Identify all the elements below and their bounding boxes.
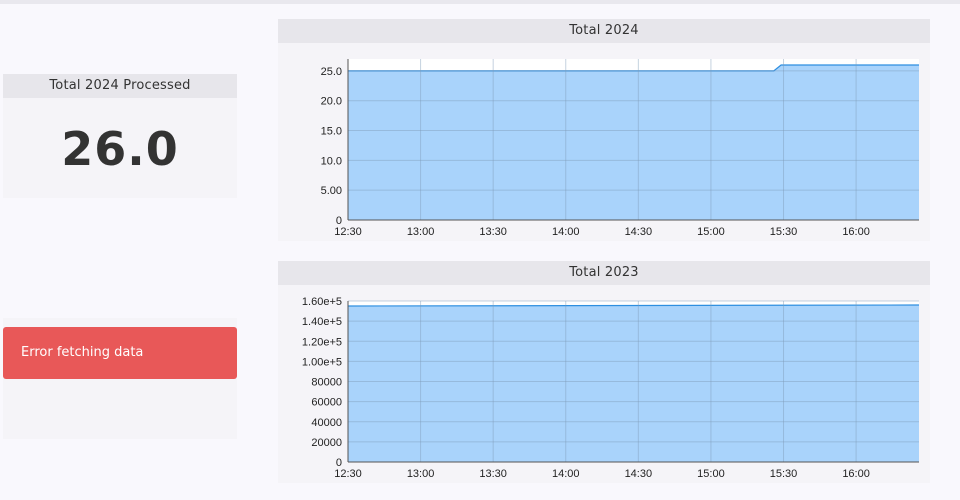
series-area (348, 305, 919, 462)
y-tick-label: 60000 (311, 397, 342, 409)
chart-panel-2024: Total 2024 0 5.00 10.0 15.0 20.0 25.0 12:30 13:… (278, 19, 930, 241)
x-tick-label: 15:00 (697, 226, 725, 238)
x-tick-label: 15:30 (770, 468, 798, 480)
x-tick-label: 14:30 (625, 226, 653, 238)
y-tick-label: 1.00e+5 (302, 356, 342, 368)
x-tick-label: 14:30 (625, 468, 653, 480)
y-tick-label: 40000 (311, 417, 342, 429)
chart-panel-2023: Total 2023 0 20000 40000 60000 80000 1.00e+5 1… (278, 261, 930, 483)
chart-title-2023: Total 2023 (278, 261, 930, 285)
y-tick-label: 1.20e+5 (302, 336, 342, 348)
x-tick-label: 15:00 (697, 468, 725, 480)
x-tick-label: 13:00 (407, 468, 435, 480)
x-tick-label: 13:00 (407, 226, 435, 238)
x-tick-label: 16:00 (842, 468, 870, 480)
x-tick-label: 15:30 (770, 226, 798, 238)
x-tick-label: 16:00 (842, 226, 870, 238)
x-tick-label: 13:30 (479, 226, 507, 238)
stat-card-title: Total 2024 Processed (3, 74, 237, 98)
x-tick-label: 14:00 (552, 468, 580, 480)
chart-2023: 0200004000060000800001.00e+51.20e+51.40e… (302, 296, 919, 480)
y-tick-label: 15.0 (321, 126, 342, 138)
y-tick-label: 20000 (311, 437, 342, 449)
y-tick-label: 10.0 (321, 155, 342, 167)
series-area (348, 65, 919, 220)
y-tick-label: 25.0 (321, 66, 342, 78)
x-tick-label: 12:30 (334, 226, 362, 238)
stat-card: Total 2024 Processed 26.0 (3, 74, 237, 198)
y-tick-label: 1.60e+5 (302, 296, 342, 308)
top-bar (0, 0, 960, 4)
y-tick-label: 20.0 (321, 96, 342, 108)
y-tick-label: 80000 (311, 377, 342, 389)
x-tick-label: 13:30 (479, 468, 507, 480)
chart-title-2024: Total 2024 (278, 19, 930, 43)
error-message: Error fetching data (3, 327, 237, 379)
x-tick-label: 14:00 (552, 226, 580, 238)
y-tick-label: 5.00 (321, 185, 342, 197)
chart-2024: 05.0010.015.020.025.012:30 13:00 13:30 14:0… (321, 59, 919, 238)
x-tick-label: 12:30 (334, 468, 362, 480)
y-tick-label: 1.40e+5 (302, 316, 342, 328)
stat-value: 26.0 (61, 122, 179, 176)
